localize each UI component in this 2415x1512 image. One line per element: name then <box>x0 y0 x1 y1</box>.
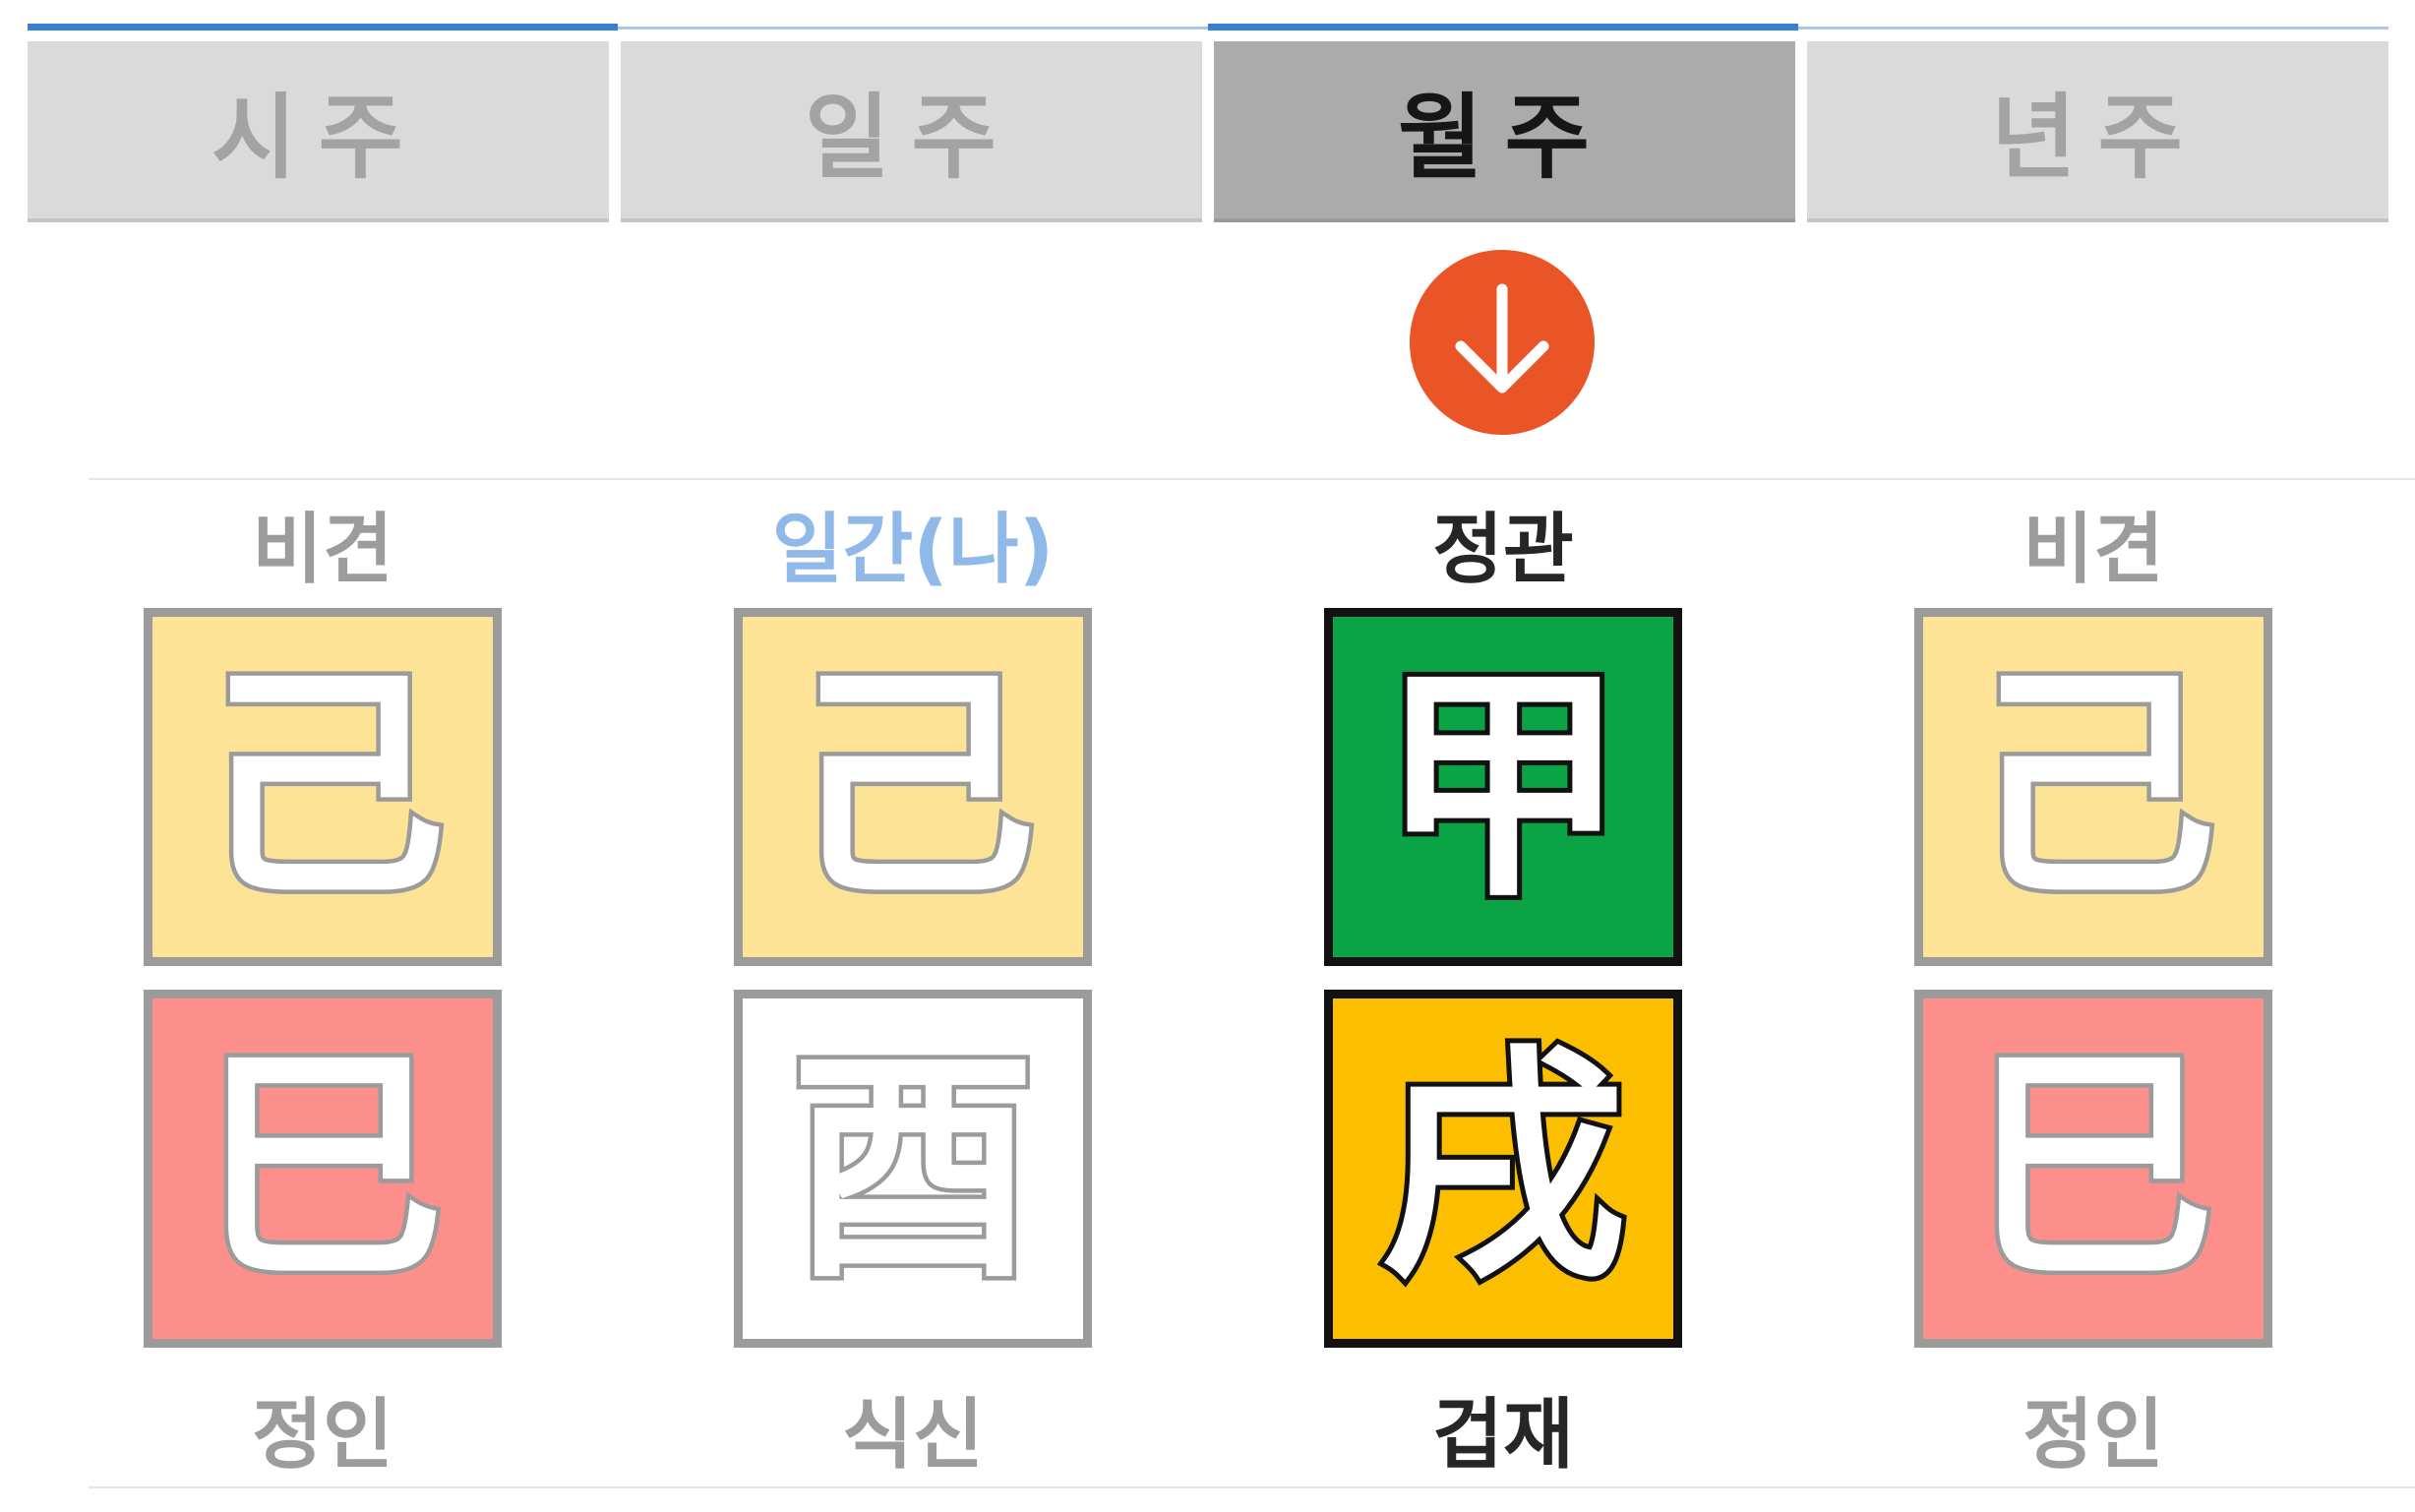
pillar-hour: 비견 己 巳 정인 <box>28 480 618 1483</box>
top-progress-strip <box>28 24 2388 31</box>
earthly-branch-cell[interactable]: 巳 <box>1914 990 2272 1348</box>
branch-ten-god-label: 겁재 <box>1432 1391 1574 1480</box>
tab-month-pillar[interactable]: 월주 <box>1214 41 1795 222</box>
progress-segment <box>618 27 1208 30</box>
branch-ten-god-label: 정인 <box>2023 1391 2164 1480</box>
pillar-tab-bar: 시주 일주 월주 년주 <box>28 41 2388 222</box>
branch-ten-god-label: 정인 <box>252 1391 393 1480</box>
progress-segment <box>1798 27 2388 30</box>
stem-ten-god-label: 비견 <box>252 506 393 594</box>
arrow-down-glyph <box>1455 283 1549 393</box>
heavenly-stem-cell[interactable]: 己 <box>144 608 502 966</box>
day-master-label: 일간(나) <box>771 506 1055 594</box>
earthly-branch-cell[interactable]: 戌 <box>1324 990 1682 1348</box>
earthly-branch-cell[interactable]: 巳 <box>144 990 502 1348</box>
progress-segment <box>28 24 618 30</box>
earthly-branch-cell[interactable]: 酉 <box>734 990 1092 1348</box>
tab-hour-pillar[interactable]: 시주 <box>28 41 609 222</box>
heavenly-stem-cell[interactable]: 己 <box>1914 608 2272 966</box>
heavenly-stem-cell[interactable]: 己 <box>734 608 1092 966</box>
arrow-down-icon <box>1410 250 1595 435</box>
divider-bottom <box>89 1486 2415 1488</box>
branch-ten-god-label: 식신 <box>842 1391 984 1480</box>
pillar-day: 일간(나) 己 酉 식신 <box>618 480 1208 1483</box>
pillar-year: 비견 己 巳 정인 <box>1798 480 2388 1483</box>
stem-ten-god-label: 비견 <box>2023 506 2164 594</box>
saju-pillars: 비견 己 巳 정인 일간(나) 己 酉 식신 정관 甲 戌 겁재 비견 己 巳 … <box>28 480 2388 1483</box>
heavenly-stem-cell[interactable]: 甲 <box>1324 608 1682 966</box>
tab-year-pillar[interactable]: 년주 <box>1807 41 2388 222</box>
pillar-month: 정관 甲 戌 겁재 <box>1208 480 1798 1483</box>
tab-day-pillar[interactable]: 일주 <box>621 41 1202 222</box>
stem-ten-god-label: 정관 <box>1432 506 1574 594</box>
progress-segment <box>1208 24 1798 30</box>
